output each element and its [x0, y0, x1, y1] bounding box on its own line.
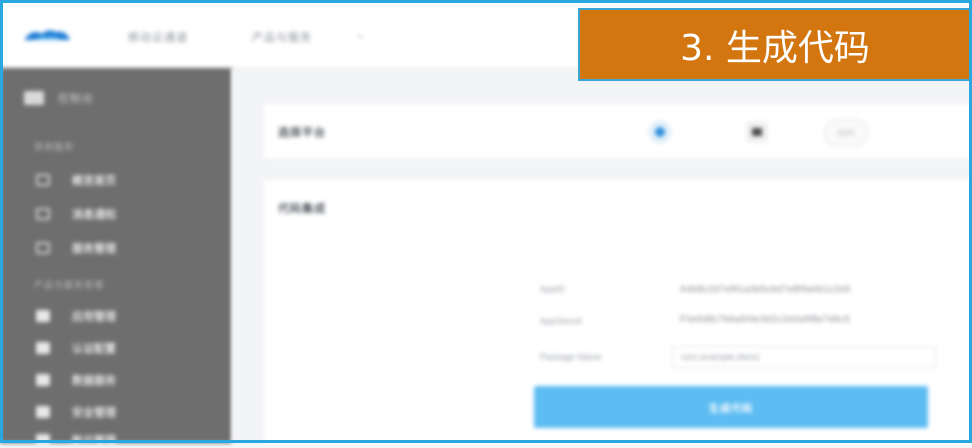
- sidebar-item-label: 服务管理: [72, 243, 116, 255]
- app-icon: [36, 310, 50, 322]
- sidebar-item-services[interactable]: 服务管理: [36, 240, 116, 256]
- sidebar-item-auth[interactable]: 认证配置: [36, 340, 116, 356]
- sidebar-item-label: 概览首页: [72, 175, 116, 187]
- code-integration-label: 代码集成: [278, 203, 326, 215]
- chevron-down-icon[interactable]: ⌄: [356, 28, 365, 41]
- sidebar-item-overview[interactable]: 概览首页: [36, 172, 116, 188]
- appsecret-value: F0e9d8c7b6a5f4e3d2c1b0a9f8e7d6c5: [680, 314, 851, 324]
- top-nav-link-console[interactable]: 移动云通道: [128, 29, 188, 45]
- console-icon: [24, 91, 44, 105]
- message-icon: [36, 208, 50, 220]
- sidebar-item-label: 数据服务: [72, 375, 116, 387]
- sidebar-group-title: 产品与服务管理: [34, 280, 105, 290]
- step-badge: 3. 生成代码: [578, 8, 972, 81]
- code-integration-row: 代码集成: [264, 180, 972, 238]
- sidebar-item-label: 认证配置: [72, 343, 116, 355]
- settings-icon: [36, 406, 50, 418]
- sidebar-header-label: 控制台: [58, 93, 94, 105]
- sidebar: 控制台 常用服务 概览首页 消息通知 服务管理 产品与服务管理 应用管理 认证配…: [0, 68, 232, 447]
- appid-value: A4b8c2d7e9f1a3b5c6d7e8f9a0b1c2d3: [680, 284, 851, 294]
- generate-code-button[interactable]: 生成代码: [534, 386, 928, 428]
- list-icon: [36, 242, 50, 254]
- sidebar-item-label: 消息通知: [72, 209, 116, 221]
- appsecret-label: AppSecret: [540, 316, 583, 326]
- platform-option-icon[interactable]: [746, 121, 768, 143]
- sidebar-item-data[interactable]: 数据服务: [36, 372, 116, 388]
- package-name-label: Package Name: [540, 352, 602, 362]
- sidebar-item-messages[interactable]: 消息通知: [36, 206, 116, 222]
- sidebar-group-title: 常用服务: [34, 142, 75, 152]
- shield-icon: [36, 342, 50, 354]
- platform-label: 选择平台: [278, 127, 326, 139]
- user-icon: [36, 434, 50, 446]
- credential-form: AppID A4b8c2d7e9f1a3b5c6d7e8f9a0b1c2d3 A…: [264, 238, 972, 443]
- package-name-input[interactable]: com.example.demo: [672, 346, 936, 368]
- appid-label: AppID: [540, 284, 566, 294]
- sidebar-item-apps[interactable]: 应用管理: [36, 308, 116, 324]
- top-nav-link-products[interactable]: 产品与服务: [252, 29, 312, 45]
- database-icon: [36, 374, 50, 386]
- sdk-pill-button[interactable]: SDK: [824, 119, 868, 147]
- cloud-logo-icon[interactable]: [22, 26, 72, 44]
- sidebar-header[interactable]: 控制台: [24, 90, 94, 106]
- sidebar-item-label: 安全管理: [72, 407, 116, 419]
- sidebar-item-account[interactable]: 账户管理: [36, 432, 116, 448]
- sidebar-item-label: 账户管理: [72, 435, 116, 447]
- radio-selected-icon[interactable]: [648, 120, 672, 144]
- sidebar-item-security[interactable]: 安全管理: [36, 404, 116, 420]
- main-content: 选择平台 SDK 代码集成 AppID A4b8c2d7e9f1a3b5c6d7…: [232, 68, 972, 443]
- platform-row: 选择平台 SDK: [264, 104, 972, 158]
- sidebar-item-label: 应用管理: [72, 311, 116, 323]
- grid-icon: [36, 174, 50, 186]
